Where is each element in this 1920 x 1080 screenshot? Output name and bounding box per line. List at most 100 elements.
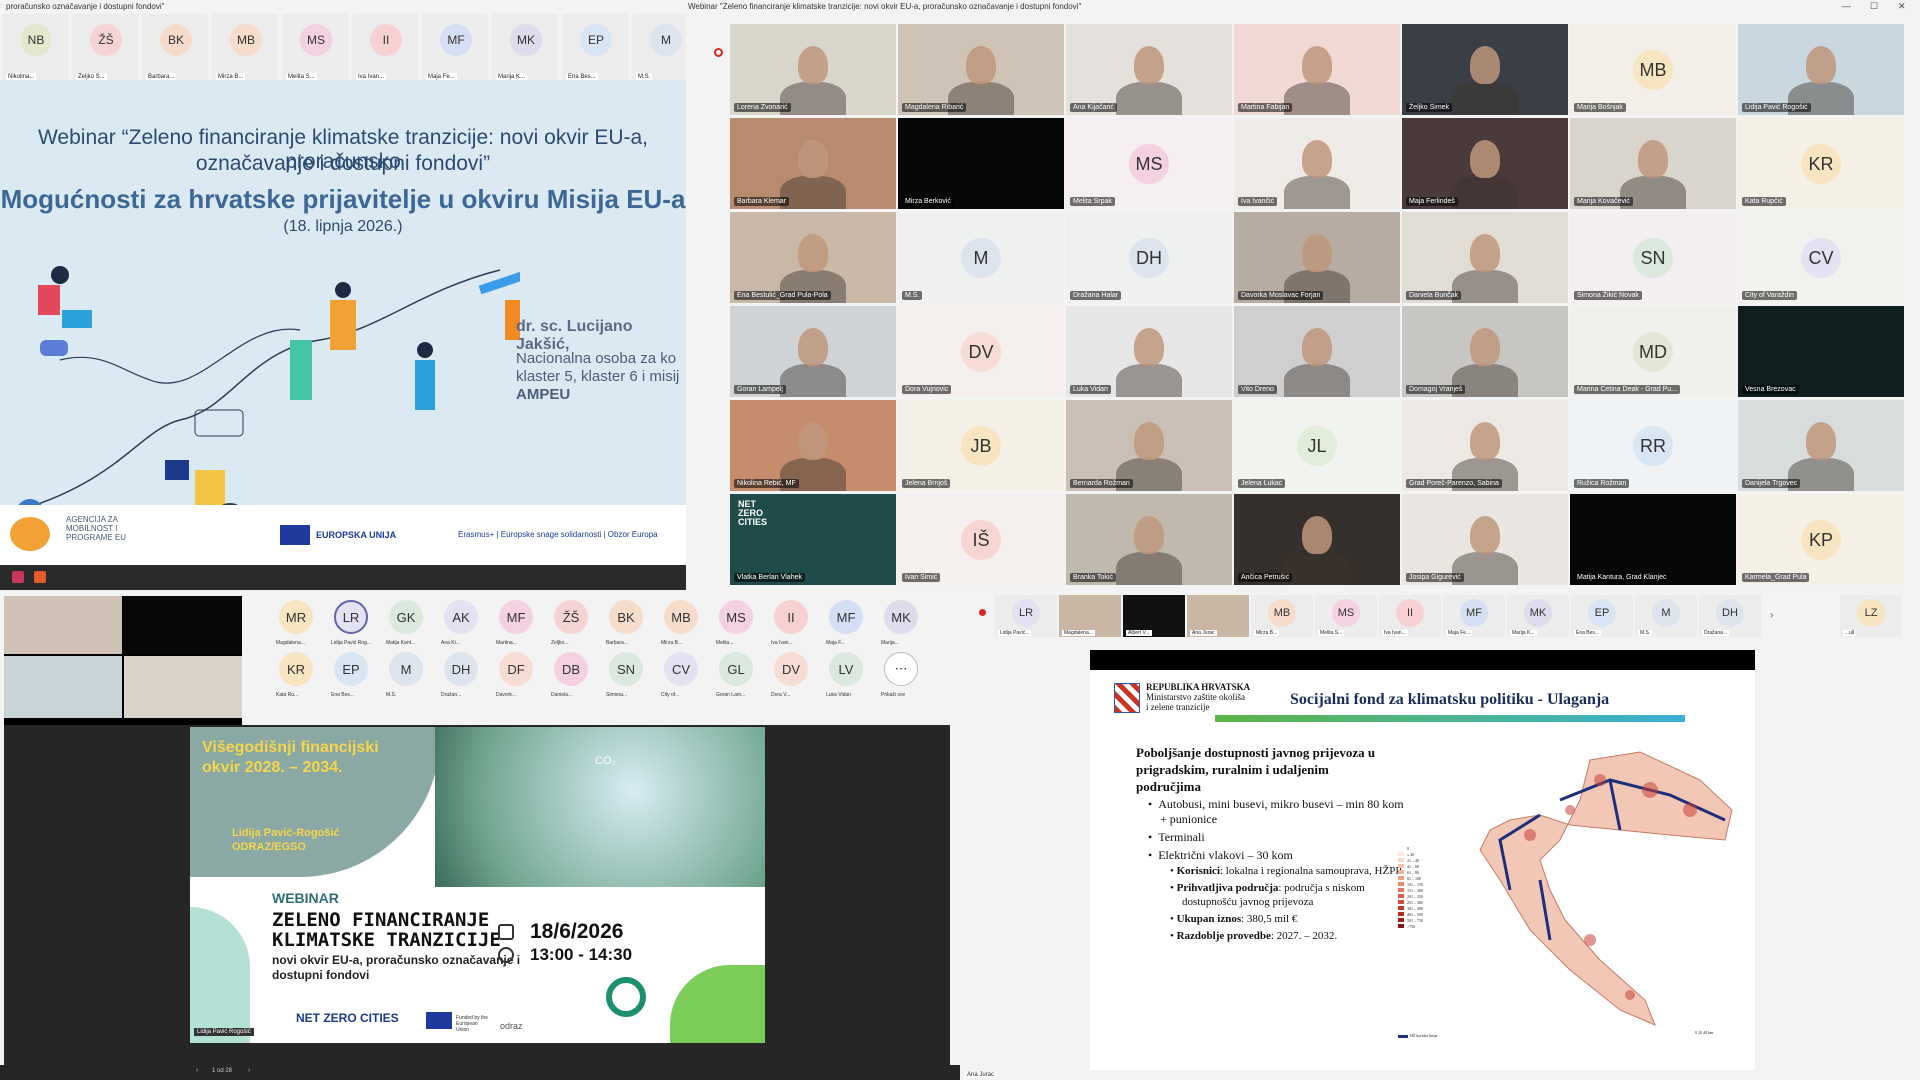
- participant-chip[interactable]: DB Daniela...: [549, 646, 593, 714]
- participant-chip[interactable]: EP Ena Bes...: [562, 14, 628, 84]
- maximize-button[interactable]: ☐: [1870, 1, 1878, 12]
- participant-chip[interactable]: MS Melita S...: [282, 14, 348, 84]
- video-tile[interactable]: Josipa Gigurević: [1402, 494, 1568, 585]
- video-tile[interactable]: DH Dražana Halar: [1066, 212, 1232, 303]
- participant-chip[interactable]: DV Dora V...: [769, 646, 813, 714]
- video-tile[interactable]: Vesna Brezovac: [1738, 306, 1904, 397]
- video-tile[interactable]: M M.Š.: [898, 212, 1064, 303]
- speaker-role-3: AMPEU: [516, 386, 571, 403]
- participant-chip[interactable]: LZ ...ull: [1840, 595, 1902, 637]
- video-tile[interactable]: MS Melita Srpak: [1066, 118, 1232, 209]
- participant-chip[interactable]: LV Luka Vidan: [824, 646, 868, 714]
- video-tile[interactable]: Željko Šimek: [1402, 24, 1568, 115]
- video-tile[interactable]: IŠ Ivan Šimić: [898, 494, 1064, 585]
- participant-chip[interactable]: DH Dražan...: [439, 646, 483, 714]
- video-tile[interactable]: Vito Dreno: [1234, 306, 1400, 397]
- participant-avatar: EP: [334, 652, 368, 686]
- video-tile[interactable]: DV Dora Vujnovic: [898, 306, 1064, 397]
- participant-name: Domagoj Vranješ: [1406, 385, 1466, 394]
- participant-chip[interactable]: GL Goran Lam...: [714, 646, 758, 714]
- participant-chip[interactable]: Ana Jurac: [1187, 595, 1249, 637]
- video-thumb[interactable]: [4, 656, 122, 718]
- video-tile[interactable]: Barbara Klemar: [730, 118, 896, 209]
- participant-chip[interactable]: ŽŠ Željko Š...: [72, 14, 138, 84]
- participant-chip[interactable]: MB Mirza B...: [1251, 595, 1313, 637]
- participant-avatar: MB: [1633, 50, 1673, 90]
- participant-chip[interactable]: MK Marija K...: [492, 14, 558, 84]
- next-page-icon[interactable]: ›: [248, 1067, 250, 1074]
- participant-chip[interactable]: LR Lidija Pavić...: [995, 595, 1057, 637]
- video-tile[interactable]: Luka Vidan: [1066, 306, 1232, 397]
- participant-chip[interactable]: M M.Š.: [1635, 595, 1697, 637]
- video-tile[interactable]: Grad Poreč-Parenzo, Sabina: [1402, 400, 1568, 491]
- participant-chip[interactable]: SN Simona...: [604, 646, 648, 714]
- video-tile[interactable]: Branka Tokić: [1066, 494, 1232, 585]
- participant-chip[interactable]: Magdalena...: [1059, 595, 1121, 637]
- participant-name: Ena Bestulić_Grad Pula-Pola: [734, 291, 831, 300]
- participant-chip[interactable]: CV City of...: [659, 646, 703, 714]
- video-thumb[interactable]: [4, 596, 122, 654]
- participant-avatar: MR: [279, 600, 313, 634]
- video-tile[interactable]: Domagoj Vranješ: [1402, 306, 1568, 397]
- participant-avatar: ŽŠ: [90, 24, 122, 56]
- video-tile[interactable]: Magdalena Ribarić: [898, 24, 1064, 115]
- video-tile[interactable]: KR Kata Rupčić: [1738, 118, 1904, 209]
- video-tile[interactable]: KP Karmela_Grad Pula: [1738, 494, 1904, 585]
- participant-chip[interactable]: DH Dražana...: [1699, 595, 1761, 637]
- participant-chip[interactable]: MK Marija K...: [1507, 595, 1569, 637]
- participant-avatar: JB: [961, 426, 1001, 466]
- participant-chip[interactable]: EP Ena Bes...: [329, 646, 373, 714]
- participant-chip[interactable]: DF Davork...: [494, 646, 538, 714]
- participant-chip[interactable]: M M.Š.: [384, 646, 428, 714]
- video-tile[interactable]: SN Simona Žikić Novak: [1570, 212, 1736, 303]
- video-tile[interactable]: Martina Fabijan: [1234, 24, 1400, 115]
- person-silhouette: [798, 46, 828, 84]
- minimize-button[interactable]: —: [1842, 1, 1851, 11]
- person-silhouette: [798, 328, 828, 366]
- video-tile[interactable]: Ančica Petrušić: [1234, 494, 1400, 585]
- video-tile[interactable]: Davorka Moslavac Forjan: [1234, 212, 1400, 303]
- participant-chip[interactable]: MB Mirza B...: [212, 14, 278, 84]
- close-button[interactable]: ✕: [1898, 1, 1906, 12]
- participant-chip[interactable]: II Iva Ivan...: [1379, 595, 1441, 637]
- video-tile[interactable]: JB Jelena Brnjoš: [898, 400, 1064, 491]
- video-tile[interactable]: MD Marina Cetina Deak - Grad Pu...: [1570, 306, 1736, 397]
- video-tile[interactable]: RR Ružica Rožman: [1570, 400, 1736, 491]
- participant-chip[interactable]: KR Kata Ru...: [274, 646, 318, 714]
- video-thumb[interactable]: [124, 656, 242, 718]
- video-tile[interactable]: MB Marija Bošnjak: [1570, 24, 1736, 115]
- video-tile[interactable]: Lidija Pavić Rogošić: [1738, 24, 1904, 115]
- participant-chip[interactable]: MS Melita S...: [1315, 595, 1377, 637]
- video-tile[interactable]: Ana Kijačarić: [1066, 24, 1232, 115]
- participant-chip[interactable]: BK Barbara...: [142, 14, 208, 84]
- participant-chip[interactable]: ⋯ Prikaži sve: [879, 646, 923, 714]
- participant-chip[interactable]: II Iva Ivan...: [352, 14, 418, 84]
- participant-chip[interactable]: MF Maja Fe...: [1443, 595, 1505, 637]
- video-tile[interactable]: Iva Ivančić: [1234, 118, 1400, 209]
- video-tile[interactable]: NET ZERO CITIES Vlatka Berlan Vlahek: [730, 494, 896, 585]
- video-tile[interactable]: Danijela Trgovec: [1738, 400, 1904, 491]
- video-tile[interactable]: Maja Ferlindeš: [1402, 118, 1568, 209]
- video-tile[interactable]: Ena Bestulić_Grad Pula-Pola: [730, 212, 896, 303]
- participant-chip[interactable]: EP Ena Bes...: [1571, 595, 1633, 637]
- video-tile[interactable]: JL Jelena Lukac: [1234, 400, 1400, 491]
- video-tile[interactable]: Matija Kantura, Grad Klanjec: [1570, 494, 1736, 585]
- participant-chip[interactable]: MF Maja Fe...: [422, 14, 488, 84]
- video-tile[interactable]: Nikolina Rebić, MF: [730, 400, 896, 491]
- video-thumb[interactable]: [124, 596, 242, 654]
- video-tile[interactable]: CV City of Varaždin: [1738, 212, 1904, 303]
- app-icon[interactable]: [34, 571, 46, 583]
- video-tile[interactable]: Marija Kovačević: [1570, 118, 1736, 209]
- video-tile[interactable]: Lorena Zvonarić: [730, 24, 896, 115]
- video-tile[interactable]: Mirza Berković: [898, 118, 1064, 209]
- app-icon[interactable]: [12, 571, 24, 583]
- video-tile[interactable]: Goran Lampelj: [730, 306, 896, 397]
- participant-name: Vlatka Berlan Vlahek: [734, 573, 805, 582]
- video-tile[interactable]: Daniela Bunčak: [1402, 212, 1568, 303]
- strip-next-icon[interactable]: ›: [1770, 610, 1773, 621]
- participant-chip[interactable]: Albert V...: [1123, 595, 1185, 637]
- video-tile[interactable]: Bernarda Rožman: [1066, 400, 1232, 491]
- participant-chip[interactable]: M M.Š.: [632, 14, 686, 84]
- participant-chip[interactable]: NB Nikolina...: [2, 14, 68, 84]
- prev-page-icon[interactable]: ‹: [196, 1067, 198, 1074]
